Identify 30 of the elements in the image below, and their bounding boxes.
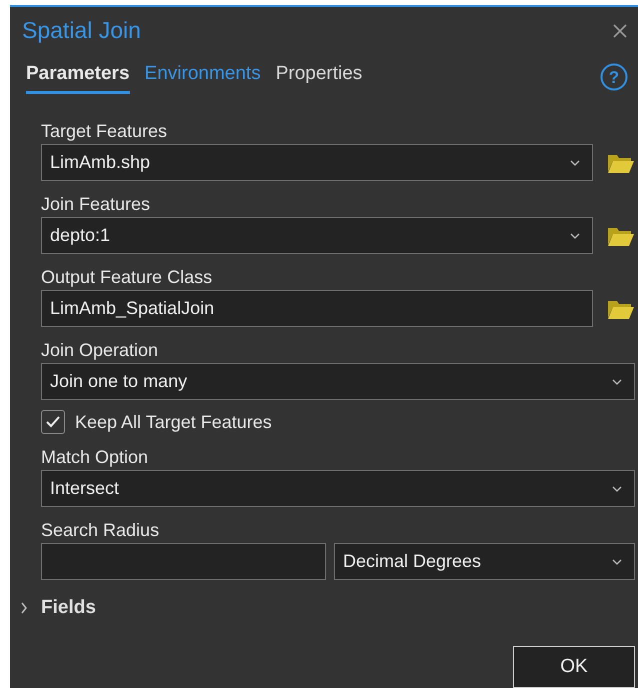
field-label: Search Radius <box>41 519 160 541</box>
input-field[interactable]: LimAmb_SpatialJoin <box>41 290 593 327</box>
field-label: Join Features <box>41 193 152 215</box>
chevron-down-icon <box>612 486 622 492</box>
chevron-down-icon <box>612 558 622 564</box>
field-label: Join Operation <box>41 339 160 361</box>
tab[interactable]: Properties <box>276 60 362 94</box>
section-header[interactable]: Fields <box>41 594 96 622</box>
field-label: Target Features <box>41 120 168 142</box>
dropdown[interactable]: Intersect <box>41 470 635 507</box>
input-field[interactable] <box>41 543 326 580</box>
dropdown[interactable]: Join one to many <box>41 363 635 400</box>
field-label: Output Feature Class <box>41 266 214 288</box>
help-icon[interactable]: ? <box>600 63 628 92</box>
field-label: Match Option <box>41 446 150 468</box>
checkbox-label: Keep All Target Features <box>75 410 272 434</box>
ok-button[interactable]: OK <box>513 646 635 688</box>
chevron-right-icon[interactable] <box>20 602 28 614</box>
tab[interactable]: Parameters <box>26 60 130 94</box>
checkbox[interactable] <box>41 410 65 434</box>
chevron-down-icon <box>570 160 580 166</box>
chevron-down-icon <box>612 378 622 384</box>
window-title: Spatial Join <box>22 16 141 46</box>
tab[interactable]: Environments <box>144 60 261 94</box>
dropdown[interactable]: LimAmb.shp <box>41 144 593 181</box>
close-icon[interactable] <box>612 22 628 39</box>
checkmark-icon <box>45 415 61 429</box>
dropdown[interactable]: depto:1 <box>41 217 593 254</box>
dropdown[interactable]: Decimal Degrees <box>334 543 635 580</box>
chevron-down-icon <box>570 232 580 238</box>
